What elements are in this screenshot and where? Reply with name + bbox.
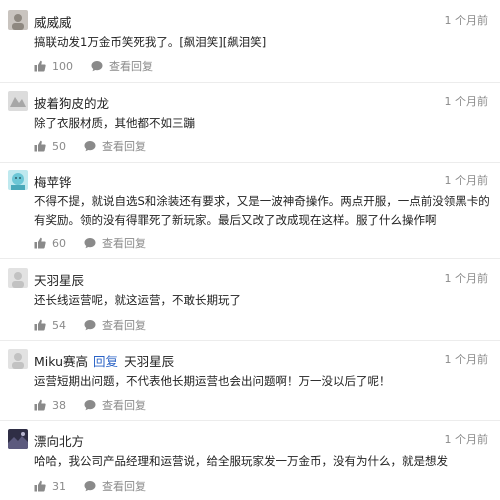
view-replies-button[interactable]: 查看回复 — [84, 138, 146, 154]
username[interactable]: 梅苹铧 — [34, 172, 72, 191]
like-button[interactable]: 38 — [34, 399, 66, 412]
reply-label: 回复 — [93, 354, 119, 369]
view-replies-button[interactable]: 查看回复 — [84, 235, 146, 251]
comment-list: 威威威 1 个月前 搞联动发1万金币笑死我了。[飙泪笑][飙泪笑] 100 查看… — [0, 0, 500, 500]
thumbs-up-icon — [34, 399, 46, 411]
like-count: 54 — [52, 318, 66, 332]
avatar-image — [8, 10, 28, 30]
like-count: 38 — [52, 398, 66, 412]
like-button[interactable]: 54 — [34, 319, 66, 332]
avatar-image — [8, 349, 28, 369]
comment-item: Miku赛高 回复 天羽星辰 1 个月前 运营短期出问题，不代表他长期运营也会出问题… — [0, 340, 500, 421]
chat-bubble-icon — [84, 400, 96, 411]
username-line: Miku赛高 回复 天羽星辰 — [34, 351, 174, 370]
comment-actions: 100 查看回复 — [34, 58, 153, 74]
avatar[interactable] — [8, 10, 28, 30]
timestamp: 1 个月前 — [444, 433, 489, 446]
view-replies-button[interactable]: 查看回复 — [84, 317, 146, 333]
like-button[interactable]: 100 — [34, 60, 73, 73]
username[interactable]: Miku赛高 — [34, 354, 88, 369]
like-count: 50 — [52, 139, 66, 153]
like-button[interactable]: 50 — [34, 140, 66, 153]
timestamp: 1 个月前 — [444, 272, 489, 285]
avatar[interactable] — [8, 349, 28, 369]
comment-text: 哈哈，我公司产品经理和运营说，给全服玩家发一万金币，没有为什么，就是想发 — [34, 454, 448, 468]
view-replies-label: 查看回复 — [102, 319, 146, 332]
view-replies-label: 查看回复 — [102, 140, 146, 153]
view-replies-label: 查看回复 — [109, 60, 153, 73]
comment-text: 不得不提，就说自选S和涂装还有要求，又是一波神奇操作。两点开服，一点前没领黑卡的… — [34, 194, 490, 227]
username[interactable]: 漂向北方 — [34, 431, 84, 450]
avatar[interactable] — [8, 170, 28, 190]
like-count: 60 — [52, 236, 66, 250]
comment-actions: 31 查看回复 — [34, 478, 146, 494]
chat-bubble-icon — [84, 141, 96, 152]
thumbs-up-icon — [34, 140, 46, 152]
thumbs-up-icon — [34, 237, 46, 249]
view-replies-button[interactable]: 查看回复 — [91, 58, 153, 74]
comment-actions: 54 查看回复 — [34, 317, 146, 333]
comment-text: 运营短期出问题，不代表他长期运营也会出问题啊！万一没以后了呢！ — [34, 374, 391, 388]
thumbs-up-icon — [34, 319, 46, 331]
chat-bubble-icon — [84, 238, 96, 249]
username[interactable]: 天羽星辰 — [34, 270, 84, 289]
comment-item: 披着狗皮的龙 1 个月前 除了衣服材质，其他都不如三蹦 50 查看回复 — [0, 82, 500, 163]
comment-text: 还长线运营呢，就这运营，不敢长期玩了 — [34, 293, 241, 307]
timestamp: 1 个月前 — [444, 14, 489, 27]
chat-bubble-icon — [84, 481, 96, 492]
avatar-image — [8, 91, 28, 111]
timestamp: 1 个月前 — [444, 95, 489, 108]
like-button[interactable]: 60 — [34, 237, 66, 250]
avatar[interactable] — [8, 91, 28, 111]
comment-item: 天羽星辰 1 个月前 还长线运营呢，就这运营，不敢长期玩了 54 查看回复 — [0, 258, 500, 341]
like-count: 31 — [52, 479, 66, 493]
avatar[interactable] — [8, 429, 28, 449]
comment-item: 漂向北方 1 个月前 哈哈，我公司产品经理和运营说，给全服玩家发一万金币，没有为… — [0, 420, 500, 500]
comment-actions: 38 查看回复 — [34, 397, 146, 413]
view-replies-button[interactable]: 查看回复 — [84, 478, 146, 494]
comment-item: 威威威 1 个月前 搞联动发1万金币笑死我了。[飙泪笑][飙泪笑] 100 查看… — [0, 0, 500, 83]
view-replies-label: 查看回复 — [102, 480, 146, 493]
like-button[interactable]: 31 — [34, 480, 66, 493]
comment-actions: 60 查看回复 — [34, 235, 146, 251]
comment-item: 梅苹铧 1 个月前 不得不提，就说自选S和涂装还有要求，又是一波神奇操作。两点开… — [0, 162, 500, 259]
username[interactable]: 披着狗皮的龙 — [34, 93, 109, 112]
chat-bubble-icon — [91, 61, 103, 72]
view-replies-label: 查看回复 — [102, 237, 146, 250]
avatar-image — [8, 268, 28, 288]
timestamp: 1 个月前 — [444, 174, 489, 187]
thumbs-up-icon — [34, 60, 46, 72]
thumbs-up-icon — [34, 480, 46, 492]
avatar-image — [8, 429, 28, 449]
comment-text: 搞联动发1万金币笑死我了。[飙泪笑][飙泪笑] — [34, 35, 267, 49]
reply-to-user[interactable]: 天羽星辰 — [124, 354, 174, 369]
comment-actions: 50 查看回复 — [34, 138, 146, 154]
username[interactable]: 威威威 — [34, 12, 72, 31]
like-count: 100 — [52, 59, 73, 73]
chat-bubble-icon — [84, 320, 96, 331]
view-replies-label: 查看回复 — [102, 399, 146, 412]
timestamp: 1 个月前 — [444, 353, 489, 366]
view-replies-button[interactable]: 查看回复 — [84, 397, 146, 413]
comment-text: 除了衣服材质，其他都不如三蹦 — [34, 116, 195, 130]
avatar-image — [8, 170, 28, 190]
avatar[interactable] — [8, 268, 28, 288]
